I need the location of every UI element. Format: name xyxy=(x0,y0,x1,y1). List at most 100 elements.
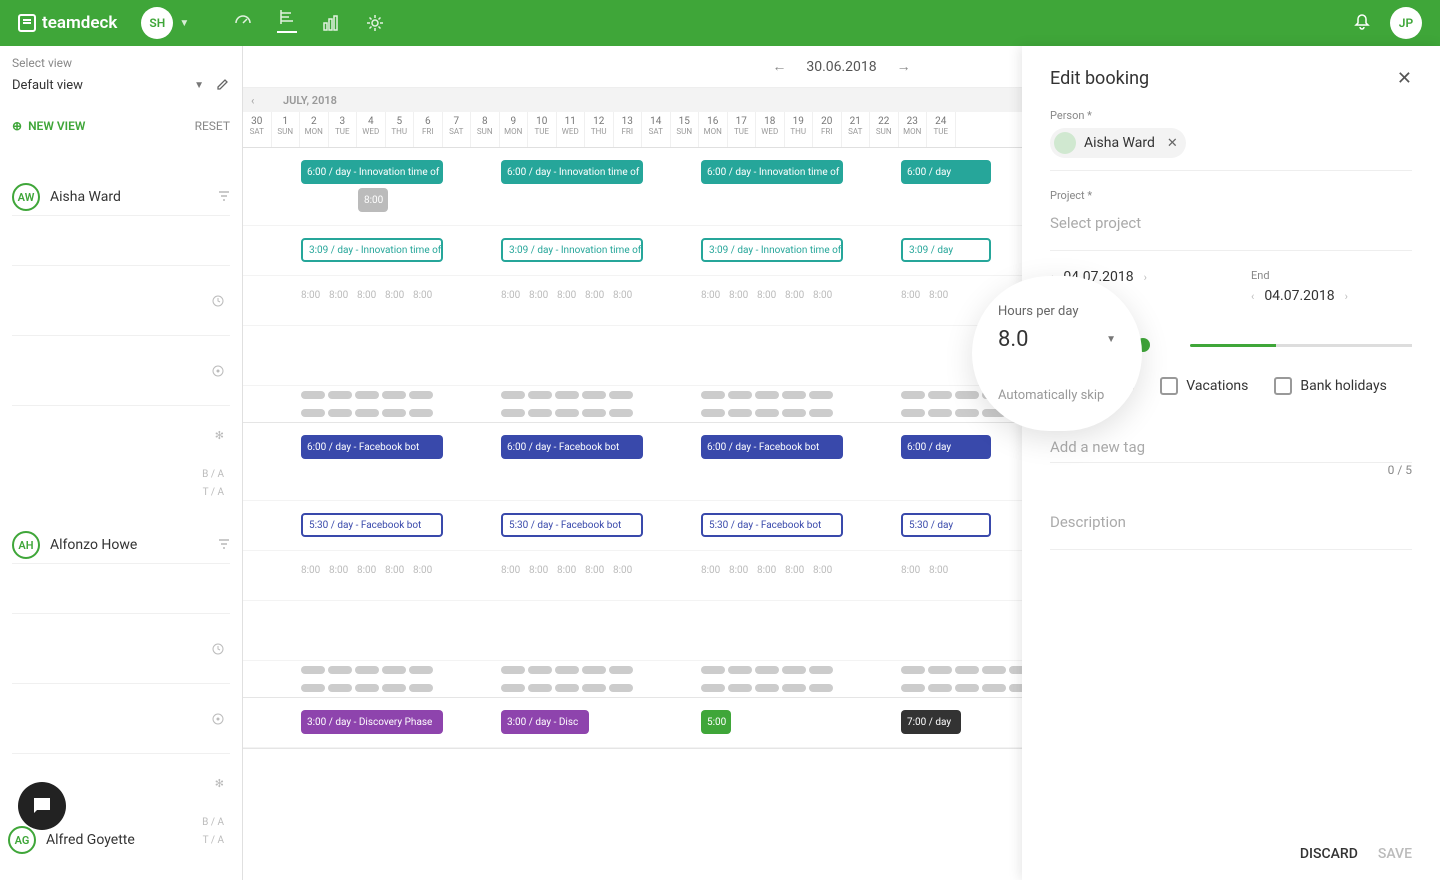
booking-bar[interactable]: 3:09 / day - Innovation time of xyxy=(701,238,843,262)
discard-button[interactable]: DISCARD xyxy=(1300,846,1358,862)
month-back-button[interactable]: ‹ xyxy=(251,94,254,107)
availability-value: 8:00 xyxy=(413,565,432,576)
logo[interactable]: teamdeck xyxy=(18,13,117,33)
booking-bar[interactable]: 5:30 / day - Facebook bot xyxy=(701,513,843,537)
new-view-label: NEW VIEW xyxy=(28,119,85,133)
tags-input[interactable]: Add a new tag xyxy=(1050,432,1412,463)
end-date-prev[interactable]: ‹ xyxy=(1251,290,1254,303)
availability-value: 8:00 xyxy=(929,565,948,576)
bank-holidays-checkbox[interactable]: Bank holidays xyxy=(1274,377,1386,395)
resource-name: Alfred Goyette xyxy=(46,832,135,848)
dashboard-icon[interactable] xyxy=(233,13,253,33)
hours-slider[interactable] xyxy=(1190,344,1412,347)
resource-name: Aisha Ward xyxy=(50,189,208,205)
booking-bar[interactable]: 8:00 xyxy=(358,188,388,212)
edit-view-icon[interactable] xyxy=(216,76,230,95)
user-avatar[interactable]: JP xyxy=(1390,7,1422,39)
booking-bar[interactable]: 3:09 / day xyxy=(901,238,991,262)
save-button[interactable]: SAVE xyxy=(1378,846,1412,862)
current-view-name: Default view xyxy=(12,78,83,93)
availability-value: 8:00 xyxy=(329,290,348,301)
view-selector[interactable]: Default view ▼ xyxy=(12,74,204,97)
filter-icon[interactable] xyxy=(218,190,230,205)
notifications-icon[interactable] xyxy=(1352,11,1372,35)
person-avatar-icon xyxy=(1054,132,1076,154)
chat-launcher-button[interactable] xyxy=(18,782,66,830)
sidebar: Select view Default view ▼ ⊕ NEW VIEW RE… xyxy=(0,46,243,880)
person-chip[interactable]: Aisha Ward ✕ xyxy=(1050,128,1186,158)
ta-row: T / A xyxy=(12,483,230,501)
workspace-switcher[interactable]: SH ▼ xyxy=(141,7,189,39)
description-input[interactable]: Description xyxy=(1050,507,1412,537)
booking-bar[interactable]: 3:09 / day - Innovation time of xyxy=(301,238,443,262)
availability-value: 8:00 xyxy=(701,565,720,576)
start-date-next[interactable]: › xyxy=(1144,271,1147,284)
day-column: 18WED xyxy=(756,112,785,147)
day-column: 22SUN xyxy=(870,112,899,147)
booking-bar[interactable]: 6:00 / day - Facebook bot xyxy=(701,435,843,459)
booking-bar[interactable]: 3:00 / day - Discovery Phase xyxy=(301,710,443,734)
checkbox-icon xyxy=(1274,377,1292,395)
chat-icon xyxy=(30,794,54,818)
booking-bar[interactable]: 6:00 / day xyxy=(901,435,991,459)
booking-bar[interactable]: 5:30 / day xyxy=(901,513,991,537)
edit-booking-panel: Edit booking ✕ Person * Aisha Ward ✕ Pro… xyxy=(1022,46,1440,880)
day-column: 3TUE xyxy=(329,112,358,147)
logo-icon xyxy=(18,14,36,32)
end-date-value[interactable]: 04.07.2018 xyxy=(1264,288,1334,304)
day-column: 7SAT xyxy=(443,112,472,147)
filter-icon[interactable] xyxy=(218,538,230,553)
schedule-icon[interactable] xyxy=(277,13,297,33)
day-column: 21SAT xyxy=(842,112,871,147)
booking-bar[interactable]: 6:00 / day - Facebook bot xyxy=(501,435,643,459)
checkbox-icon xyxy=(1160,377,1178,395)
day-column: 23MON xyxy=(899,112,928,147)
booking-bar[interactable]: 6:00 / day - Innovation time of xyxy=(701,160,843,184)
day-column: 17TUE xyxy=(728,112,757,147)
booking-bar[interactable]: 3:09 / day - Innovation time of xyxy=(501,238,643,262)
day-column: 19THU xyxy=(785,112,814,147)
day-column: 10TUE xyxy=(528,112,557,147)
resource-row[interactable]: AG Alfred Goyette xyxy=(8,826,135,854)
resource-avatar: AW xyxy=(12,183,40,211)
day-column: 13FRI xyxy=(614,112,643,147)
booking-bar[interactable]: 6:00 / day - Innovation time of xyxy=(501,160,643,184)
resource-row[interactable]: AH Alfonzo Howe xyxy=(12,501,230,563)
prev-period-button[interactable]: ← xyxy=(768,54,790,79)
close-panel-button[interactable]: ✕ xyxy=(1397,68,1412,89)
availability-track xyxy=(12,335,230,405)
availability-value: 8:00 xyxy=(701,290,720,301)
day-column: 5THU xyxy=(386,112,415,147)
person-label: Person * xyxy=(1050,109,1412,122)
reset-button[interactable]: RESET xyxy=(195,119,230,133)
project-select[interactable]: Select project xyxy=(1050,208,1412,238)
vacations-checkbox[interactable]: Vacations xyxy=(1160,377,1248,395)
plus-circle-icon: ⊕ xyxy=(12,119,22,133)
booking-bar[interactable]: 7:00 / day xyxy=(901,710,961,734)
availability-value: 8:00 xyxy=(757,565,776,576)
tags-count: 0 / 5 xyxy=(1050,463,1412,477)
booking-bar[interactable]: 3:00 / day - Disc xyxy=(501,710,589,734)
resource-row[interactable]: AW Aisha Ward xyxy=(12,153,230,215)
booking-bar[interactable]: 6:00 / day - Innovation time of xyxy=(301,160,443,184)
availability-value: 8:00 xyxy=(357,290,376,301)
settings-icon[interactable] xyxy=(365,13,385,33)
booking-bar[interactable]: 5:00 xyxy=(701,710,731,734)
end-date-next[interactable]: › xyxy=(1345,290,1348,303)
booking-bar[interactable]: 6:00 / day - Facebook bot xyxy=(301,435,443,459)
booking-bar[interactable]: 5:30 / day - Facebook bot xyxy=(301,513,443,537)
availability-value: 8:00 xyxy=(385,565,404,576)
day-column: 8SUN xyxy=(471,112,500,147)
next-period-button[interactable]: → xyxy=(893,54,915,79)
new-view-button[interactable]: ⊕ NEW VIEW xyxy=(12,119,85,133)
booking-bar[interactable]: 6:00 / day xyxy=(901,160,991,184)
availability-value: 8:00 xyxy=(757,290,776,301)
availability-value: 8:00 xyxy=(301,290,320,301)
remove-person-button[interactable]: ✕ xyxy=(1167,136,1178,151)
reports-icon[interactable] xyxy=(321,13,341,33)
availability-track xyxy=(12,683,230,753)
booking-bar[interactable]: 5:30 / day - Facebook bot xyxy=(501,513,643,537)
availability-value: 8:00 xyxy=(357,565,376,576)
extras-track: ✻ xyxy=(12,405,230,465)
hours-value-select[interactable]: 8.0 ▼ xyxy=(998,327,1116,352)
